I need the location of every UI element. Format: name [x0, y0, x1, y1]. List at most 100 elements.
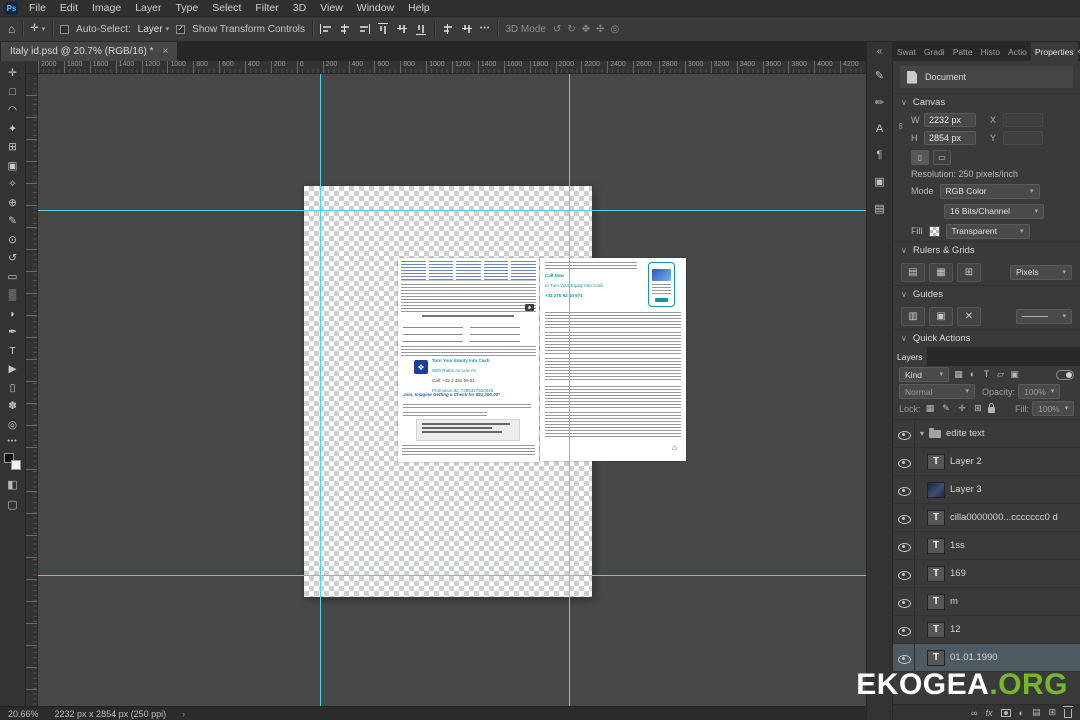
gradient-tool[interactable]: ▒ — [4, 288, 22, 302]
align-center-vertical-icon[interactable] — [397, 23, 407, 35]
paragraph-panel-icon[interactable]: ¶ — [877, 149, 883, 161]
home-icon[interactable]: ⌂ — [8, 23, 15, 35]
add-mask-icon[interactable] — [1000, 708, 1011, 717]
filter-adjustment-layers-icon[interactable]: ◐ — [966, 369, 979, 380]
section-guides[interactable]: ∨ Guides — [893, 285, 1080, 303]
visibility-toggle[interactable] — [893, 616, 915, 643]
guide-horizontal[interactable] — [38, 575, 866, 576]
visibility-toggle[interactable] — [893, 532, 915, 559]
brush-tool[interactable]: ✎ — [4, 214, 22, 228]
lock-transparency-icon[interactable]: ▦ — [924, 403, 937, 414]
align-bottom-icon[interactable] — [416, 23, 426, 35]
lock-nesting-icon[interactable]: ⊞ — [972, 403, 985, 414]
brush-settings-panel-icon[interactable]: ✎ — [875, 69, 884, 82]
brushes-panel-icon[interactable]: ✏ — [875, 96, 884, 109]
object-selection-tool[interactable]: ✦ — [4, 122, 22, 136]
auto-select-checkbox[interactable] — [60, 24, 70, 34]
lock-pixels-icon[interactable]: ✎ — [940, 403, 953, 414]
portrait-orientation-button[interactable]: ▯ — [911, 150, 929, 165]
libraries-panel-icon[interactable]: ▤ — [874, 202, 884, 215]
move-tool[interactable]: ✛ — [4, 66, 22, 80]
distribute-vertical-icon[interactable] — [462, 23, 472, 35]
layer-thumbnail[interactable] — [927, 481, 945, 498]
drag-3d-icon[interactable]: ✥ — [582, 24, 590, 35]
layer-thumbnail[interactable]: T — [927, 649, 945, 666]
more-options-icon[interactable]: ••• — [480, 23, 490, 35]
document-tab[interactable]: Italy id.psd @ 20.7% (RGB/16) * × — [1, 42, 178, 61]
tab-actio[interactable]: Actio — [1004, 42, 1031, 61]
zoom-level[interactable]: 20.66% — [8, 709, 39, 719]
auto-select-target-select[interactable]: Layer ▾ — [138, 24, 170, 35]
filter-shape-layers-icon[interactable]: ▱ — [994, 369, 1007, 380]
layer-row[interactable]: Tcilla0000000...ccccccc0 d — [893, 504, 1080, 532]
new-guide-button[interactable]: ▥ — [901, 306, 925, 326]
menu-file[interactable]: File — [22, 0, 53, 16]
blend-mode-select[interactable]: Normal ▾ — [899, 384, 975, 399]
type-tool[interactable]: T — [4, 344, 22, 358]
filter-kind-select[interactable]: Kind ▾ — [899, 367, 949, 382]
eraser-tool[interactable]: ▭ — [4, 270, 22, 284]
link-layers-icon[interactable]: ∞ — [971, 708, 977, 718]
toggle-rulers-button[interactable]: ▤ — [901, 262, 925, 282]
filter-pixel-layers-icon[interactable]: ▦ — [952, 369, 965, 380]
zoom-tool[interactable]: ◎ — [4, 418, 22, 432]
tab-properties[interactable]: Properties — [1030, 42, 1078, 61]
layer-row[interactable]: ▾ edite text — [893, 420, 1080, 448]
clone-stamp-tool[interactable]: ⊙ — [4, 233, 22, 247]
guide-layout-button[interactable]: ▣ — [929, 306, 953, 326]
landscape-orientation-button[interactable]: ▭ — [933, 150, 951, 165]
screen-mode-icon[interactable]: ▢ — [7, 498, 17, 511]
guide-vertical[interactable] — [569, 74, 570, 706]
align-left-icon[interactable] — [320, 24, 332, 34]
tab-gradi[interactable]: Gradi — [920, 42, 949, 61]
tab-layers[interactable]: Layers — [893, 347, 927, 366]
clone-source-panel-icon[interactable]: ▣ — [874, 175, 884, 188]
toggle-snap-button[interactable]: ⊞ — [957, 262, 981, 282]
menu-help[interactable]: Help — [401, 0, 437, 16]
filter-smart-objects-icon[interactable]: ▣ — [1008, 369, 1021, 380]
crop-tool[interactable]: ⊞ — [4, 140, 22, 154]
layer-row[interactable]: Tm — [893, 588, 1080, 616]
width-field[interactable]: 2232 px — [924, 113, 976, 127]
layer-thumbnail[interactable]: T — [927, 509, 945, 526]
edit-toolbar-icon[interactable]: ••• — [7, 438, 17, 445]
guide-style-select[interactable]: ▾ — [1016, 308, 1072, 324]
section-quick-actions[interactable]: ∨ Quick Actions — [893, 329, 1080, 347]
menu-window[interactable]: Window — [350, 0, 401, 16]
properties-target-row[interactable]: Document — [900, 66, 1073, 88]
rectangle-tool[interactable]: ▯ — [4, 381, 22, 395]
pen-tool[interactable]: ✒ — [4, 325, 22, 339]
distribute-horizontal-icon[interactable] — [442, 24, 454, 34]
visibility-toggle[interactable] — [893, 420, 915, 447]
tab-histo[interactable]: Histo — [977, 42, 1004, 61]
lock-position-icon[interactable]: ✛ — [956, 403, 969, 414]
eyedropper-tool[interactable]: ✧ — [4, 177, 22, 191]
canvas-area[interactable]: ❖ Turn Your Equity Into Cash With Rates … — [38, 74, 866, 706]
layer-row[interactable]: T 1ss — [893, 532, 1080, 560]
menu-edit[interactable]: Edit — [53, 0, 85, 16]
fill-select[interactable]: 100% ▾ — [1032, 401, 1074, 416]
align-center-horizontal-icon[interactable] — [339, 24, 351, 34]
visibility-toggle[interactable] — [893, 448, 915, 475]
orbit-3d-icon[interactable]: ↺ — [553, 24, 561, 35]
color-mode-select[interactable]: RGB Color ▾ — [939, 183, 1040, 199]
filtering-toggle[interactable] — [1056, 369, 1074, 380]
menu-filter[interactable]: Filter — [248, 0, 285, 16]
layer-thumbnail[interactable]: T — [927, 537, 945, 554]
history-brush-tool[interactable]: ↺ — [4, 251, 22, 265]
visibility-toggle[interactable] — [893, 476, 915, 503]
opacity-select[interactable]: 100% ▾ — [1018, 384, 1061, 399]
canvas-fill-select[interactable]: Transparent ▾ — [945, 223, 1030, 239]
show-transform-checkbox[interactable]: ✓ — [176, 24, 186, 34]
chevron-down-icon[interactable]: ▾ — [920, 429, 924, 438]
menu-3d[interactable]: 3D — [286, 0, 313, 16]
layer-row[interactable]: T 12 — [893, 616, 1080, 644]
path-selection-tool[interactable]: ▶ — [4, 362, 22, 376]
ruler-units-select[interactable]: Pixels ▾ — [1010, 264, 1072, 280]
blur-tool[interactable]: ◗ — [4, 307, 22, 321]
expand-panels-icon[interactable]: « — [877, 46, 883, 57]
align-top-icon[interactable] — [378, 23, 388, 35]
align-right-icon[interactable] — [358, 24, 370, 34]
visibility-toggle[interactable] — [893, 588, 915, 615]
layer-thumbnail[interactable]: T — [927, 621, 945, 638]
